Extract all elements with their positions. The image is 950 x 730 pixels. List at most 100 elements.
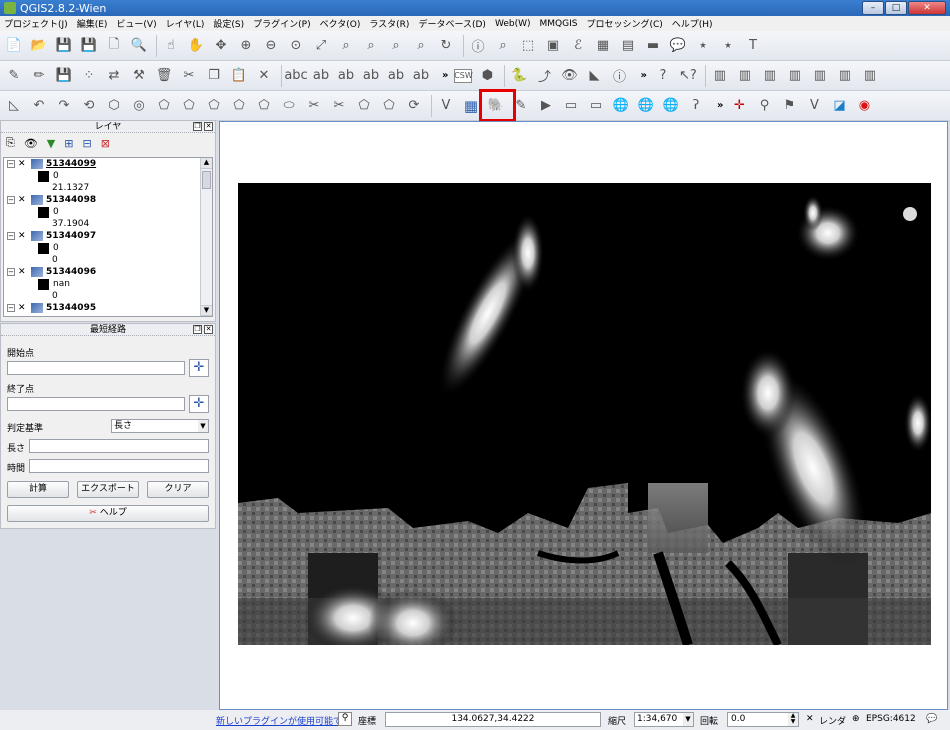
zoom-to-layer-icon[interactable]: ⌕ — [361, 36, 381, 56]
plugin-icon[interactable]: ⬢ — [477, 66, 497, 86]
clear-button[interactable]: クリア — [147, 481, 209, 498]
delete-ring-icon[interactable]: ⬠ — [204, 96, 224, 116]
merge-features-icon[interactable]: ⬠ — [354, 96, 374, 116]
help-contents-icon[interactable]: ? — [653, 66, 673, 86]
current-edits-icon[interactable]: ✎ — [4, 66, 24, 86]
plugin-update-link[interactable]: 新しいプラグインが使用可能です — [216, 714, 351, 727]
node-tool-icon[interactable]: ⚒ — [129, 66, 149, 86]
cut-features-icon[interactable]: ✂ — [179, 66, 199, 86]
menu-plugins[interactable]: プラグイン(P) — [253, 17, 310, 30]
zoom-to-selection-icon[interactable]: ⌕ — [336, 36, 356, 56]
toolbar-overflow-button[interactable]: » — [640, 70, 646, 81]
map-tips-icon[interactable]: 💬 — [668, 36, 688, 56]
menu-settings[interactable]: 設定(S) — [213, 17, 244, 30]
maximize-button[interactable]: □ — [885, 1, 907, 15]
float-panel-icon[interactable]: ❐ — [193, 122, 202, 131]
label-highlight-icon[interactable]: ab — [311, 66, 331, 86]
python-console-icon[interactable]: 🐍 — [509, 66, 529, 86]
expand-all-icon[interactable]: ⊞ — [64, 137, 73, 150]
menu-help[interactable]: ヘルプ(H) — [672, 17, 713, 30]
rotation-spinbox[interactable]: 0.0 ▲ ▼ — [727, 712, 799, 727]
pick-start-point-icon[interactable]: ✛ — [189, 359, 209, 377]
paste-features-icon[interactable]: 📋 — [229, 66, 249, 86]
zoom-next-icon[interactable]: ⌕ — [411, 36, 431, 56]
crs-globe-icon[interactable]: ⊕ — [852, 714, 860, 724]
scroll-thumb[interactable] — [202, 171, 211, 189]
add-ring-icon[interactable]: ◎ — [129, 96, 149, 116]
move-label-icon[interactable]: ab — [386, 66, 406, 86]
pan-to-selection-icon[interactable]: ✥ — [211, 36, 231, 56]
rotate-label-icon[interactable]: ab — [411, 66, 431, 86]
collapse-all-icon[interactable]: ⊟ — [82, 137, 91, 150]
zoom-out-icon[interactable]: ⊖ — [261, 36, 281, 56]
merge-attributes-icon[interactable]: ⬠ — [379, 96, 399, 116]
new-print-composer-icon[interactable]: 🗋 — [104, 36, 124, 56]
red-plugin-icon[interactable]: ◉ — [854, 96, 874, 116]
map-canvas[interactable] — [219, 121, 948, 710]
coordinate-toggle-icon[interactable]: ⚲ — [338, 712, 352, 726]
add-group-icon[interactable]: ⎘ — [6, 136, 15, 150]
toolbar-overflow-button[interactable]: » — [442, 70, 448, 81]
gps-icon[interactable]: ⚑ — [779, 96, 799, 116]
undo-icon[interactable]: ↶ — [29, 96, 49, 116]
save-as-icon[interactable]: 💾 — [79, 36, 99, 56]
add-raster-layer-icon[interactable]: ▥ — [735, 66, 755, 86]
vector-processing-icon[interactable]: V — [804, 96, 824, 116]
terrain-icon[interactable]: ◣ — [584, 66, 604, 86]
dropdown-arrow-icon[interactable]: ▼ — [198, 420, 208, 432]
menu-web[interactable]: Web(W) — [495, 19, 531, 29]
identify-icon[interactable]: ⓘ — [468, 36, 488, 56]
close-panel-icon[interactable]: ✕ — [204, 122, 213, 131]
add-wfs-icon[interactable]: 🌐 — [661, 96, 681, 116]
toggle-editing-icon[interactable]: ✏ — [29, 66, 49, 86]
help-button[interactable]: ✂ ヘルプ — [7, 505, 209, 522]
menu-raster[interactable]: ラスタ(R) — [369, 17, 409, 30]
label-icon[interactable]: abc — [284, 66, 307, 86]
deselect-icon[interactable]: ▣ — [543, 36, 563, 56]
georeferencer-icon[interactable]: ⤴ — [534, 66, 554, 86]
pin-labels-icon[interactable]: ab — [336, 66, 356, 86]
add-wms-layer-icon[interactable]: ▥ — [810, 66, 830, 86]
measure-icon[interactable]: ▬ — [643, 36, 663, 56]
coordinate-capture-icon[interactable]: ⚲ — [754, 96, 774, 116]
scroll-down-arrow-icon[interactable]: ▼ — [201, 305, 212, 316]
render-checkbox[interactable]: ✕ — [806, 714, 814, 724]
add-wcs-layer-icon[interactable]: ▥ — [835, 66, 855, 86]
fill-ring-icon[interactable]: ⬠ — [179, 96, 199, 116]
delete-selected-icon[interactable]: 🗑 — [154, 66, 174, 86]
add-db2-icon[interactable]: ▭ — [586, 96, 606, 116]
save-project-icon[interactable]: 💾 — [54, 36, 74, 56]
field-calculator-icon[interactable]: ℰ — [568, 36, 588, 56]
coordinate-field[interactable]: 134.0627,34.4222 — [385, 712, 601, 727]
layer-visibility-checkbox[interactable]: ✕ — [18, 195, 27, 205]
layer-item[interactable]: − ✕ 51344097 0 0 — [4, 230, 212, 266]
minimize-button[interactable]: – — [862, 1, 884, 15]
scroll-up-arrow-icon[interactable]: ▲ — [201, 158, 212, 169]
query-icon[interactable]: ⓘ — [609, 66, 629, 86]
new-bookmark-icon[interactable]: ⭑ — [693, 36, 713, 56]
layer-visibility-checkbox[interactable]: ✕ — [18, 267, 27, 277]
layer-item[interactable]: − ✕ 51344098 0 37.1904 — [4, 194, 212, 230]
statistics-icon[interactable]: ▤ — [618, 36, 638, 56]
move-feature-icon[interactable]: ⇄ — [104, 66, 124, 86]
save-edits-icon[interactable]: 💾 — [54, 66, 74, 86]
add-delimited-text-icon[interactable]: ʔ — [686, 96, 706, 116]
add-spatialite-layer-icon[interactable]: ▥ — [785, 66, 805, 86]
manage-visibility-icon[interactable]: 👁 — [24, 137, 38, 150]
new-project-icon[interactable]: 📄 — [4, 36, 24, 56]
add-wfs-layer-icon[interactable]: ▥ — [860, 66, 880, 86]
touch-zoom-icon[interactable]: ☝ — [161, 36, 181, 56]
reshape-icon[interactable]: ⬠ — [254, 96, 274, 116]
raster-map-view[interactable] — [238, 183, 931, 645]
crosshair-icon[interactable]: ✛ — [729, 96, 749, 116]
pick-end-point-icon[interactable]: ✛ — [189, 395, 209, 413]
menu-view[interactable]: ビュー(V) — [116, 17, 156, 30]
menu-edit[interactable]: 編集(E) — [77, 17, 108, 30]
menu-project[interactable]: プロジェクト(J) — [4, 17, 68, 30]
zoom-in-icon[interactable]: ⊕ — [236, 36, 256, 56]
menu-database[interactable]: データベース(D) — [418, 17, 486, 30]
layer-tree-scrollbar[interactable]: ▲ ▼ — [200, 158, 212, 316]
redo-icon[interactable]: ↷ — [54, 96, 74, 116]
refresh-icon[interactable]: ↻ — [436, 36, 456, 56]
add-wms-icon[interactable]: 🌐 — [611, 96, 631, 116]
